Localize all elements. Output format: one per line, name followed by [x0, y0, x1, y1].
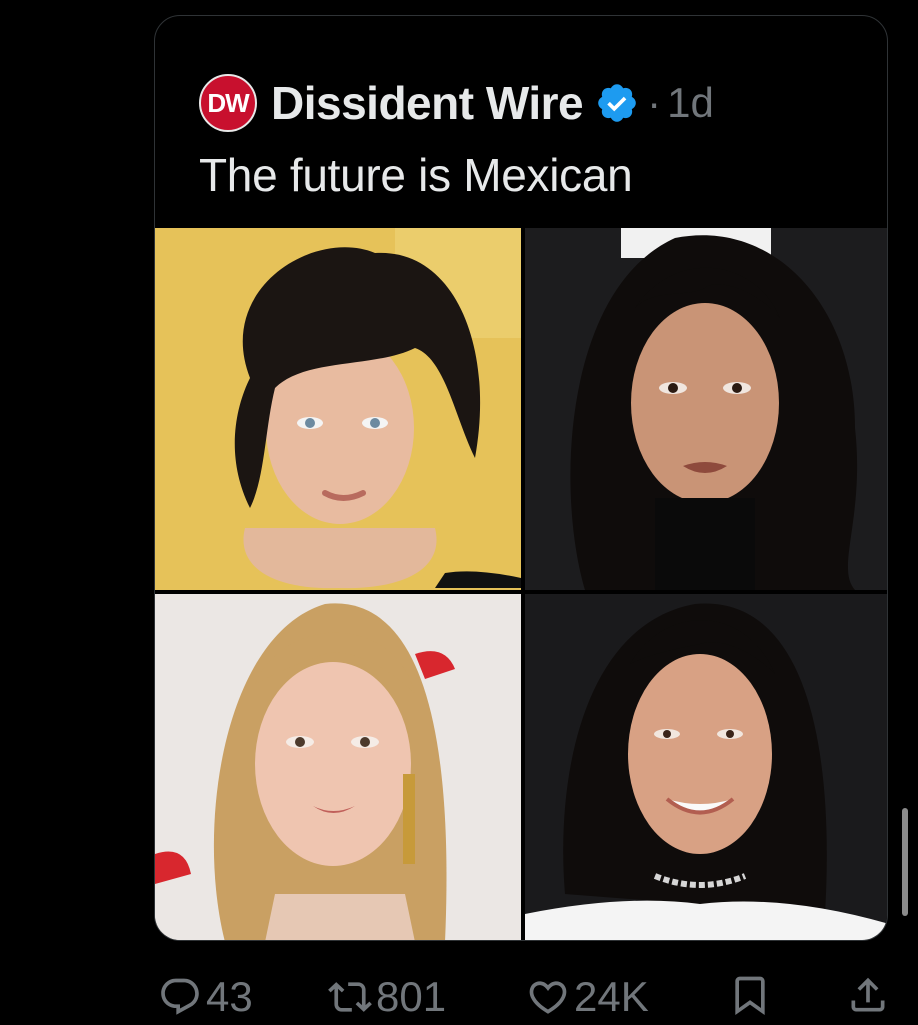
- like-count: 24K: [574, 973, 649, 1020]
- photo-4[interactable]: [525, 594, 887, 940]
- like-icon: [529, 981, 567, 1014]
- quoted-post-text: The future is Mexican: [199, 149, 633, 201]
- reply-count: 43: [206, 973, 253, 1020]
- scrollbar[interactable]: [902, 808, 908, 916]
- post-timestamp[interactable]: 1d: [667, 79, 714, 127]
- like-button[interactable]: 24K: [526, 973, 649, 1021]
- photo-2[interactable]: [525, 228, 887, 590]
- author-avatar[interactable]: DW: [199, 74, 257, 132]
- photo-grid: [155, 228, 887, 940]
- post-actions-bar: 43 801 24K: [0, 965, 918, 1025]
- quoted-post-header: DW Dissident Wire · 1d: [199, 70, 714, 136]
- retweet-button[interactable]: 801: [328, 973, 446, 1021]
- share-button[interactable]: [846, 973, 890, 1017]
- bookmark-icon: [735, 976, 765, 1016]
- photo-3[interactable]: [155, 594, 521, 940]
- reply-button[interactable]: 43: [158, 973, 253, 1021]
- retweet-icon: [328, 982, 372, 1012]
- reply-icon: [161, 978, 199, 1015]
- verified-badge-icon: [598, 84, 636, 122]
- share-icon: [851, 977, 885, 1012]
- author-name[interactable]: Dissident Wire: [271, 76, 584, 130]
- bookmark-button[interactable]: [728, 973, 772, 1017]
- quoted-post-card[interactable]: DW Dissident Wire · 1d The future is Mex…: [154, 15, 888, 941]
- separator-dot: ·: [647, 79, 662, 126]
- photo-1[interactable]: [155, 228, 521, 590]
- retweet-count: 801: [376, 973, 447, 1020]
